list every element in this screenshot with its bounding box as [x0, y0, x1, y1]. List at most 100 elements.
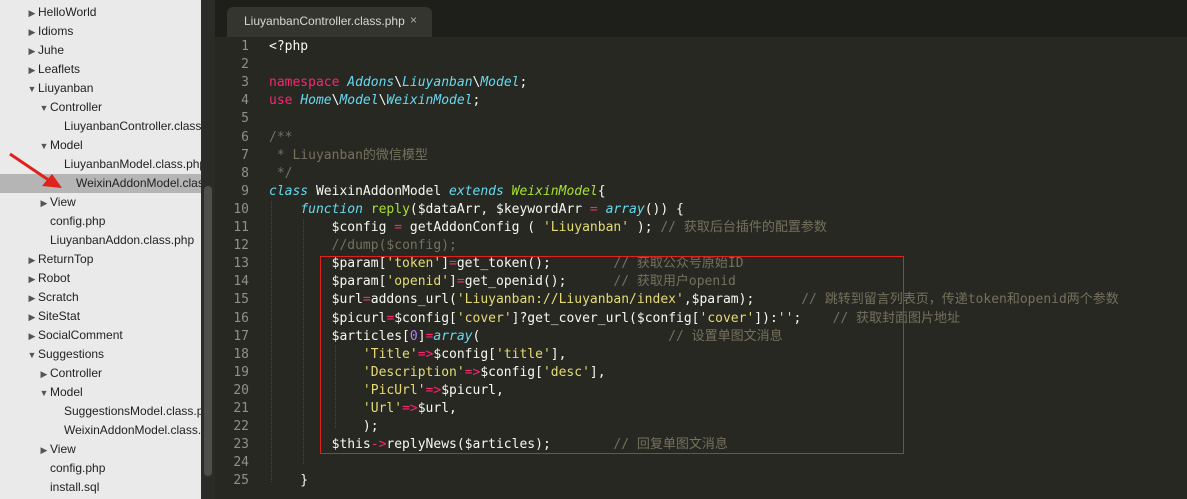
sidebar-item[interactable]: ▶ Controller [38, 364, 103, 384]
sidebar-item[interactable]: config.php [38, 459, 105, 478]
code-token: Liuyanban [402, 75, 473, 90]
sidebar-item-label: config.php [50, 214, 106, 228]
code-token: Model [339, 93, 379, 108]
code-line[interactable]: <?php [269, 38, 308, 56]
sidebar-item[interactable]: ▶ Leaflets [26, 60, 81, 80]
chevron-right-icon[interactable]: ▶ [26, 270, 38, 289]
sidebar-item[interactable]: ▶ View [38, 193, 76, 212]
sidebar-item[interactable]: ▶ Idioms [26, 22, 74, 42]
chevron-right-icon[interactable]: ▶ [38, 365, 50, 384]
chevron-right-icon[interactable]: ▶ [26, 42, 38, 61]
line-number: 5 [241, 111, 249, 126]
code-line[interactable]: * Liuyanban的微信模型 [269, 147, 428, 165]
sidebar-item-label: Controller [50, 100, 103, 114]
line-number: 7 [241, 148, 249, 163]
chevron-right-icon[interactable]: ▶ [38, 194, 50, 213]
code-token: use [269, 93, 293, 108]
sidebar-item[interactable]: ▶ Scratch [26, 288, 79, 307]
sidebar-item[interactable]: WeixinAddonModel.class.p [52, 421, 201, 440]
sidebar-item[interactable]: ▶ SocialComment [26, 326, 123, 345]
sidebar-item[interactable]: SuggestionsModel.class.ph [52, 402, 201, 421]
highlight-annotation-box [320, 256, 904, 454]
chevron-right-icon[interactable]: ▶ [26, 23, 38, 42]
chevron-down-icon[interactable]: ▼ [26, 80, 38, 99]
sidebar-item-label: Liuyanban [38, 81, 94, 95]
code-token: WeixinModel [386, 93, 473, 108]
sidebar-item-label: Robot [38, 271, 71, 285]
sidebar-item[interactable]: ▶ SiteStat [26, 307, 81, 327]
line-number: 8 [241, 166, 249, 181]
line-number: 21 [233, 401, 249, 416]
sidebar-item-label: View [50, 442, 76, 456]
code-line[interactable]: use Home\Model\WeixinModel; [269, 92, 480, 110]
chevron-right-icon[interactable]: ▶ [26, 308, 38, 327]
sidebar-item-label: WeixinAddonModel.class.p [64, 423, 201, 437]
chevron-right-icon[interactable]: ▶ [26, 4, 38, 23]
code-token: class [269, 184, 309, 199]
sidebar-item[interactable]: LiuyanbanAddon.class.php [38, 231, 194, 250]
sidebar-item-label: LiuyanbanController.class.p [64, 119, 201, 133]
sidebar-item[interactable]: ▶ HelloWorld [26, 3, 97, 23]
chevron-right-icon[interactable]: ▶ [26, 327, 38, 346]
sidebar-item[interactable]: config.php [38, 212, 105, 231]
code-line[interactable]: $config = getAddonConfig ( 'Liuyanban' )… [269, 219, 827, 237]
sidebar-item-label: Controller [50, 366, 103, 380]
file-tree-sidebar: ▶ HelloWorld ▶ Idioms ▶ Juhe ▶ Leaflets ▼ Liuyanb… [0, 0, 201, 499]
sidebar-item-label: LiuyanbanModel.class.php [64, 157, 201, 171]
code-line[interactable]: } [269, 472, 308, 490]
code-line[interactable]: /** [269, 129, 292, 147]
code-token: // 获取后台插件的配置参数 [660, 220, 827, 235]
chevron-right-icon[interactable]: ▶ [26, 251, 38, 270]
chevron-right-icon[interactable]: ▶ [38, 441, 50, 460]
line-number: 23 [233, 437, 249, 452]
code-token: */ [269, 166, 293, 181]
sidebar-item[interactable]: ▼ Liuyanban [26, 79, 94, 99]
sidebar-item[interactable]: ▼ Controller [38, 98, 103, 118]
chevron-down-icon[interactable]: ▼ [38, 384, 50, 403]
code-token: Home [300, 93, 332, 108]
line-number: 17 [233, 329, 249, 344]
tab-label[interactable]: LiuyanbanController.class.php [244, 14, 405, 28]
code-token: } [269, 473, 309, 488]
code-line[interactable]: //dump($config); [269, 237, 457, 255]
sidebar-item[interactable]: ▶ Robot [26, 269, 71, 289]
sidebar-item[interactable]: ▼ Model [38, 383, 83, 402]
code-token: = [394, 220, 403, 235]
sidebar-item[interactable]: ▶ Juhe [26, 41, 65, 61]
code-token: ()) { [644, 202, 684, 217]
code-token: function [300, 202, 363, 217]
sidebar-item[interactable]: install.sql [38, 478, 99, 497]
sidebar-scroll-thumb[interactable] [204, 186, 212, 476]
line-number: 13 [233, 256, 249, 271]
sidebar-item[interactable]: LiuyanbanModel.class.php [52, 155, 201, 174]
code-line[interactable]: namespace Addons\Liuyanban\Model; [269, 74, 527, 92]
sidebar-item-label: Model [50, 385, 83, 399]
line-number: 4 [241, 93, 249, 108]
code-line[interactable]: */ [269, 165, 293, 183]
chevron-right-icon[interactable]: ▶ [26, 61, 38, 80]
sidebar-item-label: LiuyanbanAddon.class.php [50, 233, 195, 247]
code-token: ; [519, 75, 528, 90]
red-arrow-annotation-icon [9, 152, 62, 188]
sidebar-item[interactable]: LiuyanbanController.class.p [52, 117, 201, 136]
code-token: getAddonConfig ( [402, 220, 543, 235]
sidebar-item[interactable]: ▶ View [38, 440, 76, 459]
sidebar-item[interactable]: ▶ ReturnTop [26, 250, 94, 270]
code-token: namespace [269, 75, 340, 90]
code-line[interactable]: class WeixinAddonModel extends WeixinMod… [269, 183, 606, 201]
chevron-down-icon[interactable]: ▼ [26, 346, 38, 365]
chevron-right-icon[interactable]: ▶ [26, 289, 38, 308]
sidebar-item[interactable]: ▼ Suggestions [26, 345, 105, 365]
code-line[interactable]: function reply($dataArr, $keywordArr = a… [269, 201, 684, 219]
tab-close-icon[interactable]: × [410, 13, 417, 27]
sidebar-item-label: HelloWorld [38, 5, 97, 19]
code-token: extends [449, 184, 504, 199]
chevron-down-icon[interactable]: ▼ [38, 99, 50, 118]
line-number: 1 [241, 39, 249, 54]
line-number: 24 [233, 455, 249, 470]
line-number: 19 [233, 365, 249, 380]
code-token: array [605, 202, 645, 217]
